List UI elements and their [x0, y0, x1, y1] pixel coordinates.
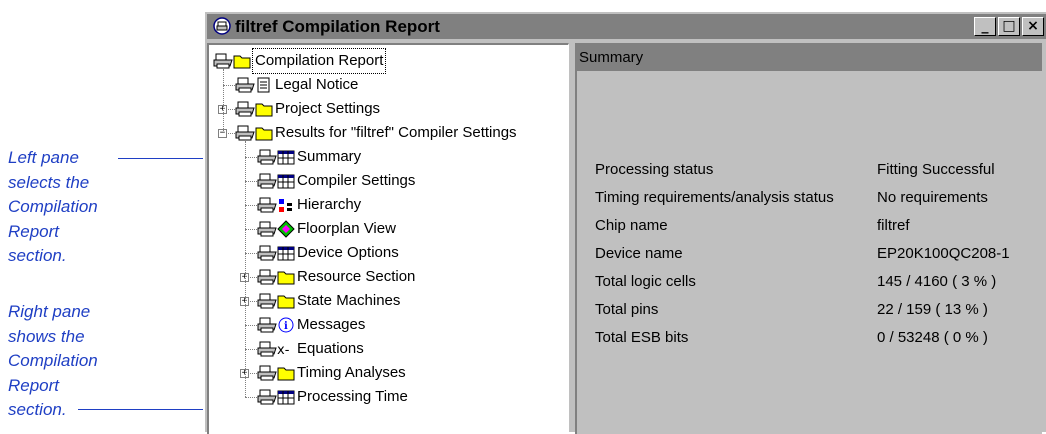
- tree-connector: [223, 85, 235, 86]
- summary-key: Total logic cells: [595, 273, 696, 290]
- summary-key: Total ESB bits: [595, 329, 689, 346]
- callout-line: section.: [8, 246, 67, 265]
- maximize-button[interactable]: □: [998, 17, 1020, 36]
- tree-item-label: Compilation Report: [251, 48, 387, 74]
- report-content-pane: Summary Processing status Fitting Succes…: [575, 43, 1042, 434]
- tree-item-label: Results for "filtref" Compiler Settings: [275, 124, 517, 141]
- callout-line: Report: [8, 221, 60, 241]
- tree-item-label: Processing Time: [297, 388, 408, 405]
- callout-line: Report: [8, 375, 60, 395]
- printer-table-icon: [257, 245, 295, 261]
- printer-hierarchy-icon: [257, 197, 292, 213]
- summary-value: EP20K100QC208-1: [877, 245, 1010, 262]
- report-tree: Compilation Report Legal Notice + Project S…: [209, 45, 568, 434]
- maximize-icon: □: [1002, 18, 1016, 34]
- window-title: filtref Compilation Report: [235, 17, 440, 36]
- summary-value: 22 / 159 ( 13 % ): [877, 301, 988, 318]
- minimize-icon: _: [981, 18, 989, 34]
- tree-item-label: Floorplan View: [297, 220, 396, 237]
- printer-folder-icon: [235, 101, 273, 117]
- tree-connector: [245, 229, 257, 230]
- tree-connector: [245, 157, 257, 158]
- summary-key: Timing requirements/analysis status: [595, 189, 834, 206]
- printer-equation-icon: x-: [257, 341, 290, 358]
- title-bar[interactable]: filtref Compilation Report _ □ ×: [207, 14, 1046, 39]
- printer-folder-icon: [257, 365, 295, 381]
- svg-text:i: i: [284, 321, 288, 332]
- close-icon: ×: [1027, 18, 1039, 34]
- tree-item-label: Project Settings: [275, 100, 381, 117]
- printer-info-icon: i: [257, 317, 294, 333]
- printer-table-icon: [257, 389, 295, 405]
- tree-item-label: Resource Section: [297, 268, 416, 285]
- printer-folder-icon: [257, 293, 295, 309]
- printer-folder-open-icon: [235, 125, 273, 141]
- printer-table-icon: [257, 173, 295, 189]
- summary-value: No requirements: [877, 189, 988, 206]
- tree-item-label: Hierarchy: [297, 196, 362, 213]
- tree-item-label: Legal Notice: [275, 76, 359, 93]
- tree-item-label: State Machines: [297, 292, 401, 309]
- svg-text:x-: x-: [277, 343, 290, 358]
- tree-connector: [245, 325, 257, 326]
- left-pane-callout: Left pane selects the Compilation Report…: [8, 146, 148, 269]
- tree-connector: [223, 69, 224, 133]
- section-header: Summary: [577, 45, 1042, 71]
- callout-line: selects the: [8, 172, 90, 192]
- callout-line: Compilation: [8, 197, 98, 216]
- tree-item-label: Compiler Settings: [297, 172, 416, 189]
- tree-connector: [245, 141, 246, 397]
- printer-folder-open-icon: [213, 53, 251, 69]
- tree-connector: [245, 253, 257, 254]
- summary-value: filtref: [877, 217, 910, 234]
- summary-key: Total pins: [595, 301, 659, 318]
- close-button[interactable]: ×: [1022, 17, 1044, 36]
- summary-value: 0 / 53248 ( 0 % ): [877, 329, 988, 346]
- summary-value: Fitting Successful: [877, 161, 995, 178]
- report-window: filtref Compilation Report _ □ × Compila…: [203, 10, 1046, 434]
- summary-key: Device name: [595, 245, 683, 262]
- window-controls: _ □ ×: [974, 17, 1044, 36]
- printer-document-icon: [235, 77, 270, 93]
- report-app-icon: [213, 17, 231, 35]
- callout-line: Compilation: [8, 351, 98, 370]
- minimize-button[interactable]: _: [974, 17, 996, 36]
- callout-line: Right pane: [8, 302, 91, 321]
- right-pane-callout: Right pane shows the Compilation Report …: [8, 300, 148, 423]
- tree-item-label: Timing Analyses: [297, 364, 406, 381]
- tree-item-label: Summary: [297, 148, 362, 165]
- tree-connector: [245, 397, 257, 398]
- summary-key: Processing status: [595, 161, 714, 178]
- callout-line: shows the: [8, 326, 85, 346]
- report-tree-pane[interactable]: Compilation Report Legal Notice + Project S…: [207, 43, 569, 434]
- summary-value: 145 / 4160 ( 3 % ): [877, 273, 997, 290]
- tree-item-label: Device Options: [297, 244, 399, 261]
- printer-folder-icon: [257, 269, 295, 285]
- tree-item-label: Messages: [297, 316, 366, 333]
- tree-connector: [245, 181, 257, 182]
- printer-table-icon: [257, 149, 295, 165]
- tree-connector: [245, 205, 257, 206]
- summary-key: Chip name: [595, 217, 668, 234]
- callout-line: section.: [8, 400, 67, 419]
- tree-connector: [245, 349, 257, 350]
- printer-floorplan-icon: [257, 220, 295, 238]
- tree-item-label: Equations: [297, 340, 364, 357]
